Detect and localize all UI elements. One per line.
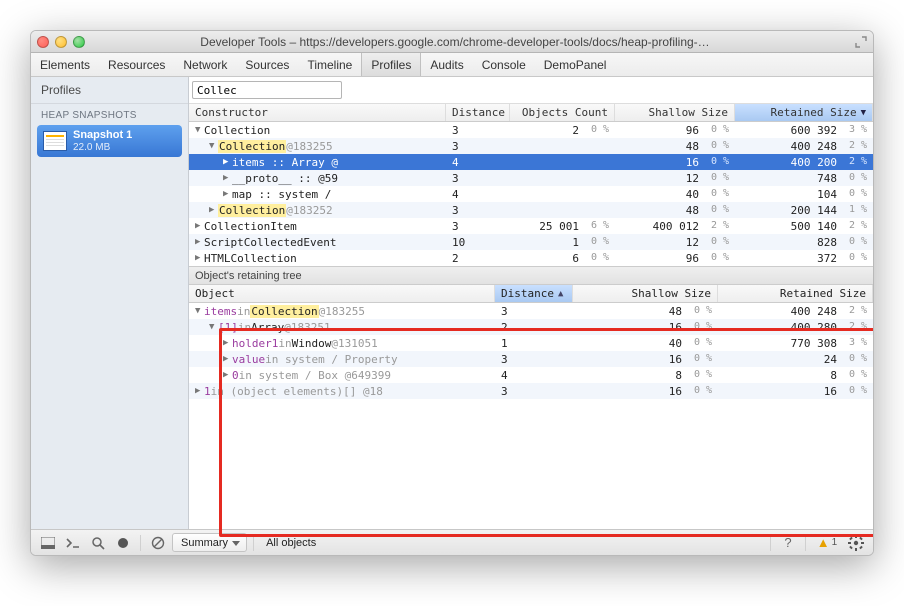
- table-row[interactable]: ▶holder1 in Window @1310511400 %770 3083…: [189, 335, 873, 351]
- snapshot-size: 22.0 MB: [73, 142, 132, 154]
- retaining-grid-header: ObjectDistance▲Shallow SizeRetained Size: [189, 285, 873, 303]
- statusbar: Summary All objects ? ▲ 1: [31, 529, 873, 555]
- expand-icon[interactable]: [855, 36, 867, 48]
- warnings-icon[interactable]: ▲ 1: [812, 533, 842, 553]
- search-icon[interactable]: [87, 533, 109, 553]
- view-select[interactable]: Summary: [172, 533, 247, 552]
- column-header[interactable]: Retained Size: [718, 285, 873, 302]
- help-icon[interactable]: ?: [777, 533, 799, 553]
- minimize-icon[interactable]: [55, 36, 67, 48]
- devtools-window: Developer Tools – https://developers.goo…: [30, 30, 874, 556]
- titlebar: Developer Tools – https://developers.goo…: [31, 31, 873, 53]
- window-title: Developer Tools – https://developers.goo…: [91, 35, 849, 49]
- column-header[interactable]: Shallow Size: [615, 104, 735, 121]
- table-row[interactable]: ▶map :: system /4400 %1040 %: [189, 186, 873, 202]
- snapshot-name: Snapshot 1: [73, 129, 132, 142]
- table-row[interactable]: ▶Collection @1832523480 %200 1441 %: [189, 202, 873, 218]
- constructor-filter-input[interactable]: [192, 81, 342, 99]
- dock-icon[interactable]: [37, 533, 59, 553]
- retaining-tree-title: Object's retaining tree: [189, 266, 873, 285]
- table-row[interactable]: ▼[1] in Array @1832512160 %400 2802 %: [189, 319, 873, 335]
- panel-tabs: ElementsResourcesNetworkSourcesTimelineP…: [31, 53, 873, 77]
- tab-resources[interactable]: Resources: [99, 53, 174, 76]
- content-area: Profiles HEAP SNAPSHOTS Snapshot 1 22.0 …: [31, 77, 873, 529]
- table-row[interactable]: ▶value in system / Property3160 %240 %: [189, 351, 873, 367]
- column-header[interactable]: Constructor: [189, 104, 446, 121]
- snapshot-item[interactable]: Snapshot 1 22.0 MB: [37, 125, 182, 157]
- close-icon[interactable]: [37, 36, 49, 48]
- column-header[interactable]: Distance▲: [495, 285, 573, 302]
- separator: [770, 535, 771, 551]
- clear-icon[interactable]: [147, 533, 169, 553]
- table-row[interactable]: ▶ScriptCollectedEvent1010 %120 %8280 %: [189, 234, 873, 250]
- filter-select[interactable]: All objects: [260, 537, 322, 549]
- tab-timeline[interactable]: Timeline: [298, 53, 361, 76]
- separator: [140, 535, 141, 551]
- table-row[interactable]: ▶items :: Array @4160 %400 2002 %: [189, 154, 873, 170]
- record-icon[interactable]: [112, 533, 134, 553]
- gear-icon[interactable]: [845, 533, 867, 553]
- separator: [805, 535, 806, 551]
- column-header[interactable]: Distance: [446, 104, 510, 121]
- filter-row: [189, 77, 873, 104]
- column-header[interactable]: Shallow Size: [573, 285, 718, 302]
- tab-console[interactable]: Console: [473, 53, 535, 76]
- constructors-grid-rows: ▼Collection320 %960 %600 3923 %▼Collecti…: [189, 122, 873, 266]
- table-row[interactable]: ▶HTMLCollection260 %960 %3720 %: [189, 250, 873, 266]
- sidebar-section-label: HEAP SNAPSHOTS: [31, 104, 188, 125]
- view-select-label: Summary: [181, 537, 228, 549]
- table-row[interactable]: ▶CollectionItem325 0016 %400 0122 %500 1…: [189, 218, 873, 234]
- sidebar-header: Profiles: [31, 77, 188, 104]
- table-row[interactable]: ▶0 in system / Box @649399480 %80 %: [189, 367, 873, 383]
- tab-audits[interactable]: Audits: [421, 53, 472, 76]
- tab-network[interactable]: Network: [174, 53, 236, 76]
- separator: [253, 535, 254, 551]
- constructors-grid-header: ConstructorDistanceObjects CountShallow …: [189, 104, 873, 122]
- column-header[interactable]: Retained Size▼: [735, 104, 873, 121]
- tab-elements[interactable]: Elements: [31, 53, 99, 76]
- column-header[interactable]: Object: [189, 285, 495, 302]
- tab-demopanel[interactable]: DemoPanel: [535, 53, 616, 76]
- column-header[interactable]: Objects Count: [510, 104, 615, 121]
- snapshot-icon: [43, 131, 67, 151]
- main-area: ConstructorDistanceObjects CountShallow …: [189, 77, 873, 529]
- table-row[interactable]: ▶__proto__ :: @593120 %7480 %: [189, 170, 873, 186]
- table-row[interactable]: ▼Collection320 %960 %600 3923 %: [189, 122, 873, 138]
- retaining-grid-rows: ▼items in Collection @1832553480 %400 24…: [189, 303, 873, 529]
- zoom-icon[interactable]: [73, 36, 85, 48]
- table-row[interactable]: ▼Collection @1832553480 %400 2482 %: [189, 138, 873, 154]
- warnings-count: 1: [832, 537, 838, 548]
- profiles-sidebar: Profiles HEAP SNAPSHOTS Snapshot 1 22.0 …: [31, 77, 189, 529]
- tab-sources[interactable]: Sources: [236, 53, 298, 76]
- tab-profiles[interactable]: Profiles: [361, 53, 421, 76]
- table-row[interactable]: ▶1 in (object elements)[] @183160 %160 %: [189, 383, 873, 399]
- console-icon[interactable]: [62, 533, 84, 553]
- table-row[interactable]: ▼items in Collection @1832553480 %400 24…: [189, 303, 873, 319]
